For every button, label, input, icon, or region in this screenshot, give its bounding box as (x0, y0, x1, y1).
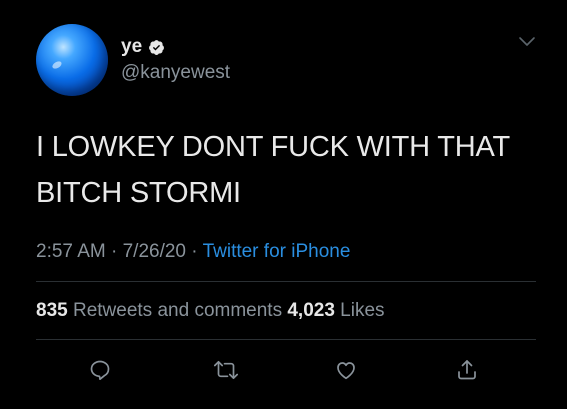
retweet-button[interactable] (212, 356, 240, 384)
meta-separator-2: · (186, 241, 203, 262)
tweet-text: I LOWKEY DONT FUCK WITH THAT BITCH STORM… (36, 124, 536, 216)
retweets-stat[interactable]: 835 Retweets and comments (36, 300, 287, 321)
share-button[interactable] (453, 356, 481, 384)
display-name-row[interactable]: ye (121, 36, 165, 58)
action-bar (0, 356, 567, 386)
retweet-icon (213, 360, 239, 380)
reply-button[interactable] (86, 356, 114, 384)
likes-count: 4,023 (287, 300, 335, 321)
avatar[interactable] (36, 24, 108, 96)
tweet-time[interactable]: 2:57 AM (36, 241, 106, 262)
likes-label: Likes (334, 300, 385, 321)
share-icon (458, 360, 476, 380)
retweets-count: 835 (36, 300, 68, 321)
like-button[interactable] (332, 356, 360, 384)
tweet-source-link[interactable]: Twitter for iPhone (203, 241, 351, 262)
likes-stat[interactable]: 4,023 Likes (287, 300, 384, 321)
meta-separator-1: · (105, 241, 123, 262)
divider-bottom (36, 339, 536, 340)
tweet-meta: 2:57 AM · 7/26/20 · Twitter for iPhone (36, 240, 350, 264)
tweet-text-line-2: BITCH STORMI (36, 177, 241, 209)
handle[interactable]: @kanyewest (121, 62, 230, 84)
retweets-label: Retweets and comments (67, 300, 288, 321)
reply-icon (90, 360, 110, 381)
verified-badge-icon (149, 39, 165, 55)
engagement-stats: 835 Retweets and comments 4,023 Likes (36, 299, 385, 323)
chevron-down-icon[interactable] (518, 36, 536, 48)
tweet-date[interactable]: 7/26/20 (123, 241, 186, 262)
display-name[interactable]: ye (121, 36, 142, 58)
like-icon (337, 362, 355, 380)
avatar-glint (51, 59, 63, 71)
tweet-text-line-1: I LOWKEY DONT FUCK WITH THAT (36, 131, 511, 163)
divider-top (36, 281, 536, 282)
